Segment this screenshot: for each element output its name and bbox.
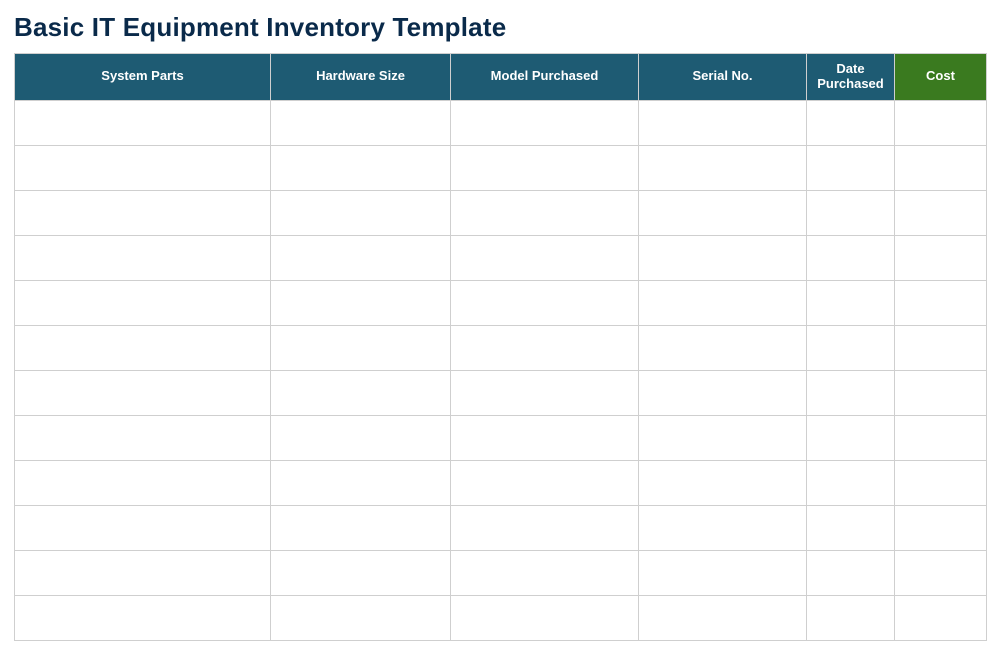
cell-cost[interactable]: [895, 100, 987, 145]
cell-hardware-size[interactable]: [271, 595, 451, 640]
cell-system-parts[interactable]: [15, 235, 271, 280]
cell-model-purchased[interactable]: [451, 370, 639, 415]
cell-serial-no[interactable]: [639, 370, 807, 415]
cell-system-parts[interactable]: [15, 280, 271, 325]
table-row: [15, 370, 987, 415]
cell-model-purchased[interactable]: [451, 190, 639, 235]
cell-hardware-size[interactable]: [271, 145, 451, 190]
cell-system-parts[interactable]: [15, 145, 271, 190]
cell-serial-no[interactable]: [639, 550, 807, 595]
cell-cost[interactable]: [895, 595, 987, 640]
cell-serial-no[interactable]: [639, 460, 807, 505]
cell-date-purchased[interactable]: [807, 190, 895, 235]
cell-serial-no[interactable]: [639, 415, 807, 460]
cell-date-purchased[interactable]: [807, 100, 895, 145]
cell-hardware-size[interactable]: [271, 505, 451, 550]
col-header-cost: Cost: [895, 54, 987, 101]
cell-cost[interactable]: [895, 280, 987, 325]
cell-serial-no[interactable]: [639, 190, 807, 235]
cell-hardware-size[interactable]: [271, 235, 451, 280]
table-row: [15, 595, 987, 640]
cell-cost[interactable]: [895, 190, 987, 235]
cell-cost[interactable]: [895, 415, 987, 460]
cell-serial-no[interactable]: [639, 145, 807, 190]
cell-system-parts[interactable]: [15, 190, 271, 235]
cell-model-purchased[interactable]: [451, 100, 639, 145]
cell-model-purchased[interactable]: [451, 280, 639, 325]
table-row: [15, 235, 987, 280]
cell-date-purchased[interactable]: [807, 325, 895, 370]
table-row: [15, 100, 987, 145]
cell-serial-no[interactable]: [639, 280, 807, 325]
cell-hardware-size[interactable]: [271, 550, 451, 595]
cell-cost[interactable]: [895, 325, 987, 370]
cell-system-parts[interactable]: [15, 100, 271, 145]
cell-cost[interactable]: [895, 505, 987, 550]
table-row: [15, 415, 987, 460]
cell-system-parts[interactable]: [15, 460, 271, 505]
cell-hardware-size[interactable]: [271, 280, 451, 325]
cell-hardware-size[interactable]: [271, 190, 451, 235]
table-row: [15, 550, 987, 595]
cell-hardware-size[interactable]: [271, 415, 451, 460]
table-row: [15, 145, 987, 190]
cell-date-purchased[interactable]: [807, 550, 895, 595]
cell-hardware-size[interactable]: [271, 370, 451, 415]
table-row: [15, 280, 987, 325]
cell-system-parts[interactable]: [15, 505, 271, 550]
cell-serial-no[interactable]: [639, 235, 807, 280]
cell-cost[interactable]: [895, 460, 987, 505]
col-header-serial-no: Serial No.: [639, 54, 807, 101]
cell-model-purchased[interactable]: [451, 235, 639, 280]
cell-hardware-size[interactable]: [271, 100, 451, 145]
cell-model-purchased[interactable]: [451, 505, 639, 550]
cell-serial-no[interactable]: [639, 100, 807, 145]
cell-serial-no[interactable]: [639, 325, 807, 370]
cell-date-purchased[interactable]: [807, 235, 895, 280]
cell-model-purchased[interactable]: [451, 595, 639, 640]
table-header: System Parts Hardware Size Model Purchas…: [15, 54, 987, 101]
cell-system-parts[interactable]: [15, 325, 271, 370]
cell-date-purchased[interactable]: [807, 370, 895, 415]
table-body: [15, 100, 987, 640]
cell-date-purchased[interactable]: [807, 280, 895, 325]
inventory-table: System Parts Hardware Size Model Purchas…: [14, 53, 987, 641]
table-row: [15, 460, 987, 505]
cell-date-purchased[interactable]: [807, 595, 895, 640]
cell-hardware-size[interactable]: [271, 325, 451, 370]
cell-serial-no[interactable]: [639, 505, 807, 550]
table-row: [15, 505, 987, 550]
cell-model-purchased[interactable]: [451, 325, 639, 370]
cell-model-purchased[interactable]: [451, 145, 639, 190]
cell-system-parts[interactable]: [15, 370, 271, 415]
cell-cost[interactable]: [895, 145, 987, 190]
col-header-date-purchased: Date Purchased: [807, 54, 895, 101]
cell-date-purchased[interactable]: [807, 145, 895, 190]
col-header-system-parts: System Parts: [15, 54, 271, 101]
cell-date-purchased[interactable]: [807, 505, 895, 550]
cell-hardware-size[interactable]: [271, 460, 451, 505]
col-header-hardware-size: Hardware Size: [271, 54, 451, 101]
cell-date-purchased[interactable]: [807, 460, 895, 505]
cell-system-parts[interactable]: [15, 550, 271, 595]
page-title: Basic IT Equipment Inventory Template: [14, 12, 986, 43]
cell-date-purchased[interactable]: [807, 415, 895, 460]
col-header-model-purchased: Model Purchased: [451, 54, 639, 101]
cell-serial-no[interactable]: [639, 595, 807, 640]
cell-cost[interactable]: [895, 550, 987, 595]
cell-cost[interactable]: [895, 370, 987, 415]
cell-model-purchased[interactable]: [451, 550, 639, 595]
cell-system-parts[interactable]: [15, 595, 271, 640]
cell-system-parts[interactable]: [15, 415, 271, 460]
cell-cost[interactable]: [895, 235, 987, 280]
cell-model-purchased[interactable]: [451, 415, 639, 460]
cell-model-purchased[interactable]: [451, 460, 639, 505]
table-row: [15, 325, 987, 370]
table-row: [15, 190, 987, 235]
